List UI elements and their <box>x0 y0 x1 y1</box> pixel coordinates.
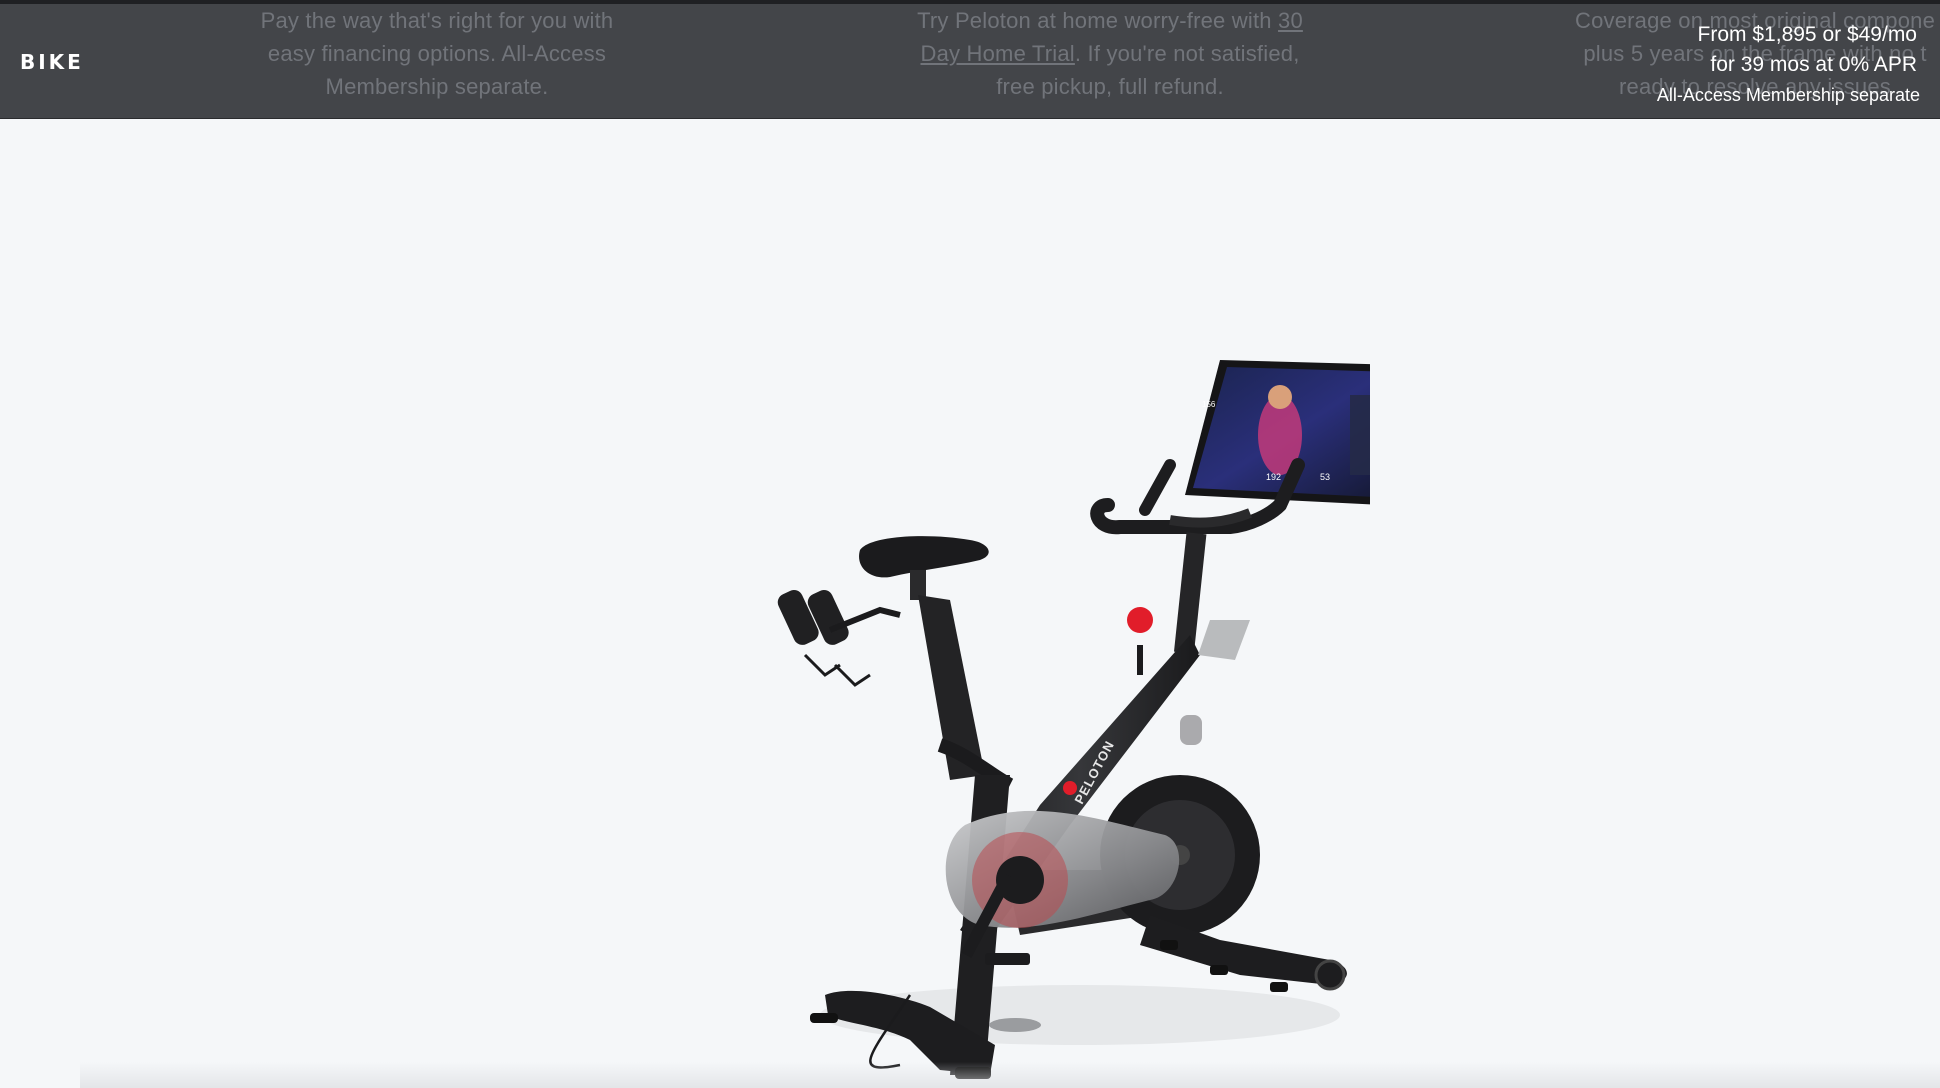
screen-stat: 53 <box>1320 472 1330 482</box>
promo-financing-line: easy financing options. All-Access <box>267 41 607 66</box>
promo-trial-line: free pickup, full refund. <box>996 74 1224 99</box>
membership-note: All-Access Membership separate <box>1656 85 1920 105</box>
promo-trial-line: Try Peloton at home worry-free with 30 <box>890 4 1330 37</box>
sticky-product-header: Pay the way that's right for you with ea… <box>0 4 1940 119</box>
seat-post <box>918 595 1014 792</box>
power-puck <box>989 1018 1041 1032</box>
bottom-edge-shadow <box>80 1062 1940 1088</box>
bike-product-image: 156 192 53 PELOTON <box>770 355 1402 1088</box>
promo-financing-line: Membership separate. <box>325 74 549 99</box>
screen-stat: 192 <box>1266 472 1281 482</box>
price-line: From $1,895 or $49/mo <box>1697 23 1917 46</box>
resistance-knob <box>1127 607 1153 675</box>
promo-trial-text-part: . If you're not satisfied, <box>1074 41 1300 66</box>
bike-illustration: 156 192 53 PELOTON <box>777 360 1402 1079</box>
promo-trial-text: Try Peloton at home worry-free with 30 D… <box>890 4 1330 103</box>
bottle-holder <box>1180 715 1202 745</box>
saddle <box>859 536 989 600</box>
promo-trial-line: Day Home Trial. If you're not satisfied, <box>890 37 1330 70</box>
financing-line: for 39 mos at 0% APR <box>1710 53 1917 76</box>
promo-financing-line: Pay the way that's right for you with <box>260 8 614 33</box>
home-trial-link[interactable]: Day Home Trial <box>920 41 1074 66</box>
home-trial-link[interactable]: 30 <box>1278 8 1303 33</box>
weights-holder <box>777 589 901 687</box>
product-title: BIKE <box>20 50 84 74</box>
touchscreen: 156 192 53 <box>1185 360 1402 505</box>
promo-financing-text: Pay the way that's right for you with ea… <box>237 4 637 103</box>
screen-stat: 156 <box>1202 400 1216 409</box>
price-summary: From $1,895 or $49/mo for 39 mos at 0% A… <box>1657 20 1920 110</box>
front-stabilizer <box>1140 915 1347 992</box>
product-page: Pay the way that's right for you with ea… <box>0 0 1940 1088</box>
promo-trial-text-part: Try Peloton at home worry-free with <box>917 8 1279 33</box>
brand-logo-mark <box>1063 781 1077 795</box>
phone-holder <box>1198 620 1250 660</box>
